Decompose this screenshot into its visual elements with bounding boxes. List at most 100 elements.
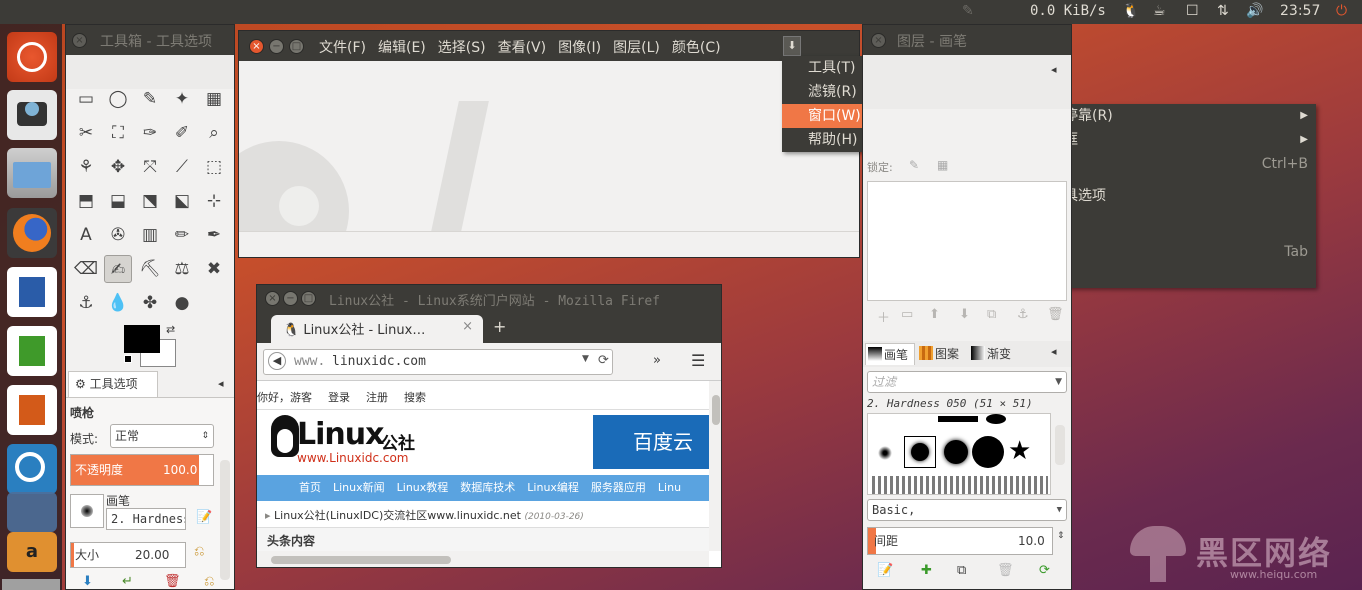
menu-item[interactable]: 查看(V) (498, 40, 547, 56)
lock-pixels-icon[interactable]: ✎ (909, 158, 919, 172)
clock[interactable]: 23:57 (1280, 3, 1320, 19)
delete-options-icon[interactable]: 🗑 (164, 574, 181, 589)
empty-canvas[interactable] (239, 61, 859, 231)
power-icon[interactable]: ⏻ (1336, 3, 1347, 19)
menu-item[interactable]: 图层(L) (613, 40, 660, 56)
reload-icon[interactable]: ⟳ (598, 353, 609, 368)
tool-button[interactable]: ✒ (200, 221, 228, 249)
checkbox-icon[interactable]: ☐ (1186, 3, 1199, 19)
site-menu-link[interactable]: 首页 (299, 481, 321, 494)
headline-row[interactable]: ▸ Linux公社(LinuxIDC)交流社区www.linuxidc.net … (265, 507, 584, 523)
default-colors-icon[interactable] (124, 355, 132, 363)
calc-icon[interactable] (7, 326, 57, 376)
hamburger-menu-icon[interactable]: ☰ (691, 351, 705, 370)
ubuntu-dash-icon[interactable] (7, 32, 57, 82)
refresh-brushes-icon[interactable]: ⟳ (1039, 563, 1050, 578)
tool-button[interactable]: A (72, 221, 100, 249)
tab-brushes[interactable]: 画笔 (865, 343, 915, 365)
tux-icon[interactable]: 🐧 (1122, 3, 1139, 19)
tool-button[interactable]: 💧 (104, 289, 132, 317)
restore-options-icon[interactable]: ↵ (122, 574, 133, 589)
close-icon[interactable]: × (265, 291, 280, 306)
lower-layer-icon[interactable]: ⬇ (959, 307, 970, 322)
site-nav-link[interactable]: 你好，游客 (257, 391, 312, 404)
site-menu-link[interactable]: Linux编程 (527, 481, 579, 494)
logo-text[interactable]: Linux (297, 417, 384, 452)
cup-icon[interactable]: ☕ (1153, 3, 1166, 19)
swap-colors-icon[interactable]: ⇄ (166, 323, 175, 336)
save-options-icon[interactable]: ⬇ (82, 574, 93, 589)
size-slider[interactable]: 大小 20.00 (70, 542, 186, 568)
impress-icon[interactable] (7, 385, 57, 435)
tool-button[interactable]: ✥ (104, 153, 132, 181)
reset-size-icon[interactable]: ⎌ (194, 544, 204, 559)
menu-overflow-button[interactable]: ⬇ (783, 36, 801, 56)
site-menu-link[interactable]: Linux新闻 (333, 481, 385, 494)
site-nav-link[interactable]: 注册 (366, 391, 388, 404)
tool-button[interactable]: ⛏ (136, 255, 164, 283)
new-brush-icon[interactable]: ✚ (921, 563, 932, 578)
tab-tool-options[interactable]: ⚙ 工具选项 (68, 371, 158, 397)
tool-button[interactable]: ⚖ (168, 255, 196, 283)
network-arrows-icon[interactable]: ⇅ (1217, 3, 1229, 19)
search-tool-icon[interactable] (7, 444, 57, 494)
url-dropdown-icon[interactable]: ▼ (582, 354, 589, 364)
menu-item[interactable]: 选择(S) (438, 40, 486, 56)
writer-icon[interactable] (7, 267, 57, 317)
menu-item[interactable]: 编辑(E) (378, 40, 426, 56)
tool-button[interactable]: ⬒ (72, 187, 100, 215)
tab-gradients[interactable]: 渐变 (969, 343, 1019, 365)
tool-button[interactable]: ⚓ (72, 289, 100, 317)
tool-button[interactable]: ● (168, 289, 196, 317)
tool-button[interactable]: ✖ (200, 255, 228, 283)
delete-brush-icon[interactable]: 🗑 (997, 563, 1014, 578)
scrollbar[interactable] (220, 460, 230, 580)
brush-grid[interactable]: ★ (867, 413, 1051, 495)
brush-preview[interactable] (70, 494, 104, 528)
site-menu-link[interactable]: 数据库技术 (460, 481, 515, 494)
tool-button[interactable]: ▦ (200, 85, 228, 113)
tool-button[interactable]: ✎ (136, 85, 164, 113)
horizontal-scrollbar[interactable] (257, 551, 709, 567)
edit-brush-icon[interactable]: 📝 (877, 563, 893, 578)
close-icon[interactable]: × (871, 33, 886, 48)
edit-brush-icon[interactable]: 📝 (196, 510, 212, 525)
duplicate-layer-icon[interactable]: ⧉ (987, 307, 996, 322)
files-icon[interactable] (7, 148, 57, 198)
tool-button[interactable]: ✦ (168, 85, 196, 113)
site-menu-link[interactable]: 服务器应用 (591, 481, 646, 494)
back-icon[interactable]: ◀ (268, 352, 286, 370)
anchor-layer-icon[interactable]: ⚓ (1017, 307, 1029, 322)
new-group-icon[interactable]: ▭ (901, 307, 913, 322)
tool-button[interactable]: ⊹ (200, 187, 228, 215)
close-icon[interactable]: × (249, 39, 264, 54)
tool-button[interactable]: ◯ (104, 85, 132, 113)
tool-button[interactable]: ⚘ (72, 153, 100, 181)
amazon-icon[interactable]: a (7, 532, 57, 572)
maximize-icon[interactable]: □ (289, 39, 304, 54)
tool-button[interactable]: ▥ (136, 221, 164, 249)
new-tab-icon[interactable]: + (493, 317, 506, 336)
duplicate-brush-icon[interactable]: ⧉ (957, 563, 966, 578)
tab-patterns[interactable]: 图案 (917, 343, 967, 365)
new-layer-icon[interactable]: ＋ (877, 307, 890, 326)
camera-app-icon[interactable] (7, 90, 57, 140)
minimize-icon[interactable]: − (283, 291, 298, 306)
tool-button[interactable]: ⛶ (104, 119, 132, 147)
spacing-slider[interactable]: 间距 10.0 (867, 527, 1053, 555)
tab-close-icon[interactable]: × (462, 319, 473, 334)
tool-button[interactable]: ✂ (72, 119, 100, 147)
tool-button[interactable]: ▭ (72, 85, 100, 113)
lock-alpha-icon[interactable]: ▦ (937, 158, 948, 172)
tool-button[interactable]: ⬚ (200, 153, 228, 181)
delete-layer-icon[interactable]: 🗑 (1047, 307, 1064, 322)
filter-input[interactable]: 过滤 ▼ (867, 371, 1067, 393)
headline-link[interactable]: Linux公社(LinuxIDC)交流社区www.linuxidc.net (274, 509, 521, 522)
brush-name-field[interactable]: 2. Hardness (106, 508, 186, 530)
close-icon[interactable]: × (72, 33, 87, 48)
disk-icon[interactable] (7, 492, 57, 532)
vertical-scrollbar[interactable] (709, 381, 721, 551)
tab-menu-icon[interactable]: ◂ (1051, 345, 1057, 358)
tool-button[interactable]: ✇ (104, 221, 132, 249)
tool-button[interactable]: ✑ (136, 119, 164, 147)
